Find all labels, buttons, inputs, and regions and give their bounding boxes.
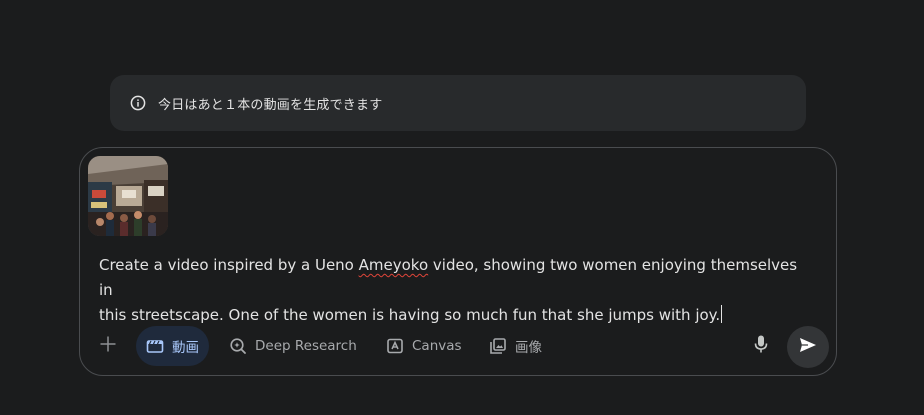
page: 今日はあと１本の動画を生成できます Create a video inspire… bbox=[0, 0, 924, 415]
send-button[interactable] bbox=[787, 326, 829, 368]
misspelled-word[interactable]: Ameyoko bbox=[359, 256, 429, 274]
prompt-text[interactable]: Create a video inspired by a Ueno Ameyok… bbox=[99, 253, 799, 328]
microphone-button[interactable] bbox=[749, 334, 773, 358]
image-gallery-icon bbox=[489, 337, 507, 355]
plus-icon bbox=[99, 335, 117, 358]
prompt-text-start: Create a video inspired by a Ueno bbox=[99, 256, 359, 274]
tool-image-chip[interactable]: 画像 bbox=[479, 326, 552, 366]
send-icon bbox=[798, 335, 818, 360]
tool-image-label: 画像 bbox=[515, 340, 542, 356]
attached-image-thumbnail[interactable] bbox=[88, 156, 168, 236]
tool-video-label: 動画 bbox=[172, 340, 199, 356]
notice-text: 今日はあと１本の動画を生成できます bbox=[158, 97, 383, 113]
tool-deep-research-chip[interactable]: Deep Research bbox=[219, 326, 367, 366]
prompt-input-box[interactable]: Create a video inspired by a Ueno Ameyok… bbox=[79, 147, 837, 376]
tool-canvas-chip[interactable]: Canvas bbox=[376, 326, 472, 366]
add-attachment-button[interactable] bbox=[94, 328, 122, 364]
tool-deep-research-label: Deep Research bbox=[255, 338, 357, 354]
video-clapper-icon bbox=[146, 337, 164, 355]
tool-video-chip[interactable]: 動画 bbox=[136, 326, 209, 366]
canvas-icon bbox=[386, 337, 404, 355]
prompt-toolbar: 動画 Deep Research Canvas 画像 bbox=[80, 326, 836, 368]
info-icon bbox=[130, 95, 146, 111]
tool-canvas-label: Canvas bbox=[412, 338, 462, 354]
microphone-icon bbox=[752, 334, 770, 359]
text-caret bbox=[721, 305, 723, 323]
generation-limit-notice: 今日はあと１本の動画を生成できます bbox=[110, 75, 806, 131]
deep-research-icon bbox=[229, 337, 247, 355]
